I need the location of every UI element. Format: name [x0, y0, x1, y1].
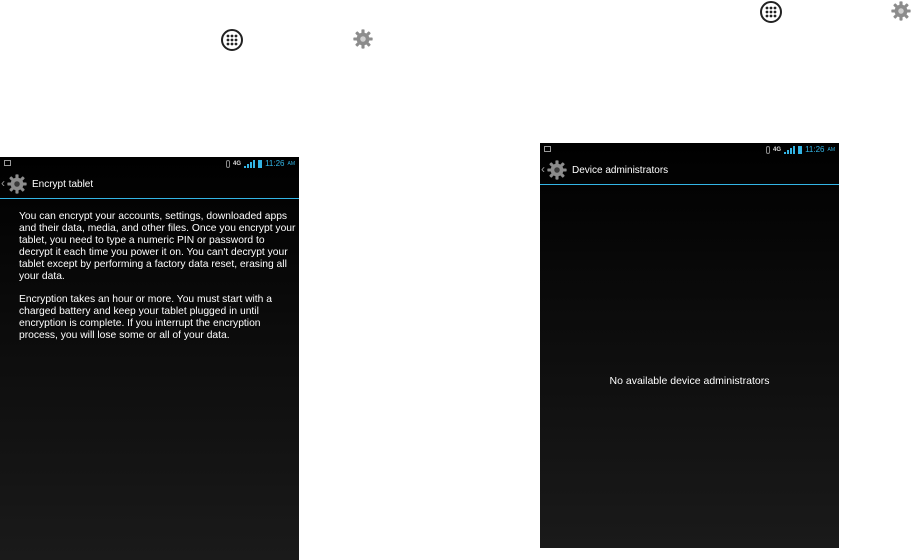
- back-caret-icon[interactable]: ‹: [1, 176, 5, 190]
- settings-gear-icon: [890, 0, 912, 22]
- page-title: Encrypt tablet: [32, 179, 94, 190]
- status-ampm: AM: [287, 160, 296, 167]
- device-administrators-screen: 4G 11:26 AM ‹ Device administrators No a…: [540, 143, 839, 548]
- description-paragraph: Encryption takes an hour or more. You mu…: [19, 294, 272, 342]
- back-caret-icon[interactable]: ‹: [541, 162, 545, 176]
- bluetooth-icon: [766, 145, 771, 154]
- notification-icon: [4, 160, 11, 166]
- status-bar: 4G 11:26 AM: [540, 143, 839, 157]
- status-ampm: AM: [827, 146, 836, 153]
- settings-gear-icon[interactable]: [546, 159, 568, 186]
- page-title: Device administrators: [572, 165, 669, 176]
- action-bar[interactable]: ‹ Encrypt tablet: [0, 171, 299, 199]
- empty-state-message: No available device administrators: [609, 375, 770, 387]
- network-type-label: 4G: [773, 146, 782, 153]
- encryption-description: You can encrypt your accounts, settings,…: [19, 211, 299, 354]
- notification-icon: [544, 146, 551, 152]
- signal-icon: [784, 145, 796, 154]
- action-bar[interactable]: ‹ Device administrators: [540, 157, 839, 185]
- apps-icon: [760, 1, 782, 23]
- signal-icon: [244, 159, 256, 168]
- status-time: 11:26: [805, 145, 825, 154]
- settings-gear-icon[interactable]: [6, 173, 28, 200]
- status-time: 11:26: [265, 159, 285, 168]
- battery-icon: [798, 145, 803, 154]
- encrypt-tablet-screen: 4G 11:26 AM ‹ Encrypt tablet You can enc…: [0, 157, 299, 560]
- network-type-label: 4G: [233, 160, 242, 167]
- settings-gear-icon: [352, 28, 374, 50]
- apps-icon: [221, 29, 243, 51]
- status-bar: 4G 11:26 AM: [0, 157, 299, 171]
- battery-icon: [258, 159, 263, 168]
- bluetooth-icon: [226, 159, 231, 168]
- description-paragraph: You can encrypt your accounts, settings,…: [19, 211, 296, 282]
